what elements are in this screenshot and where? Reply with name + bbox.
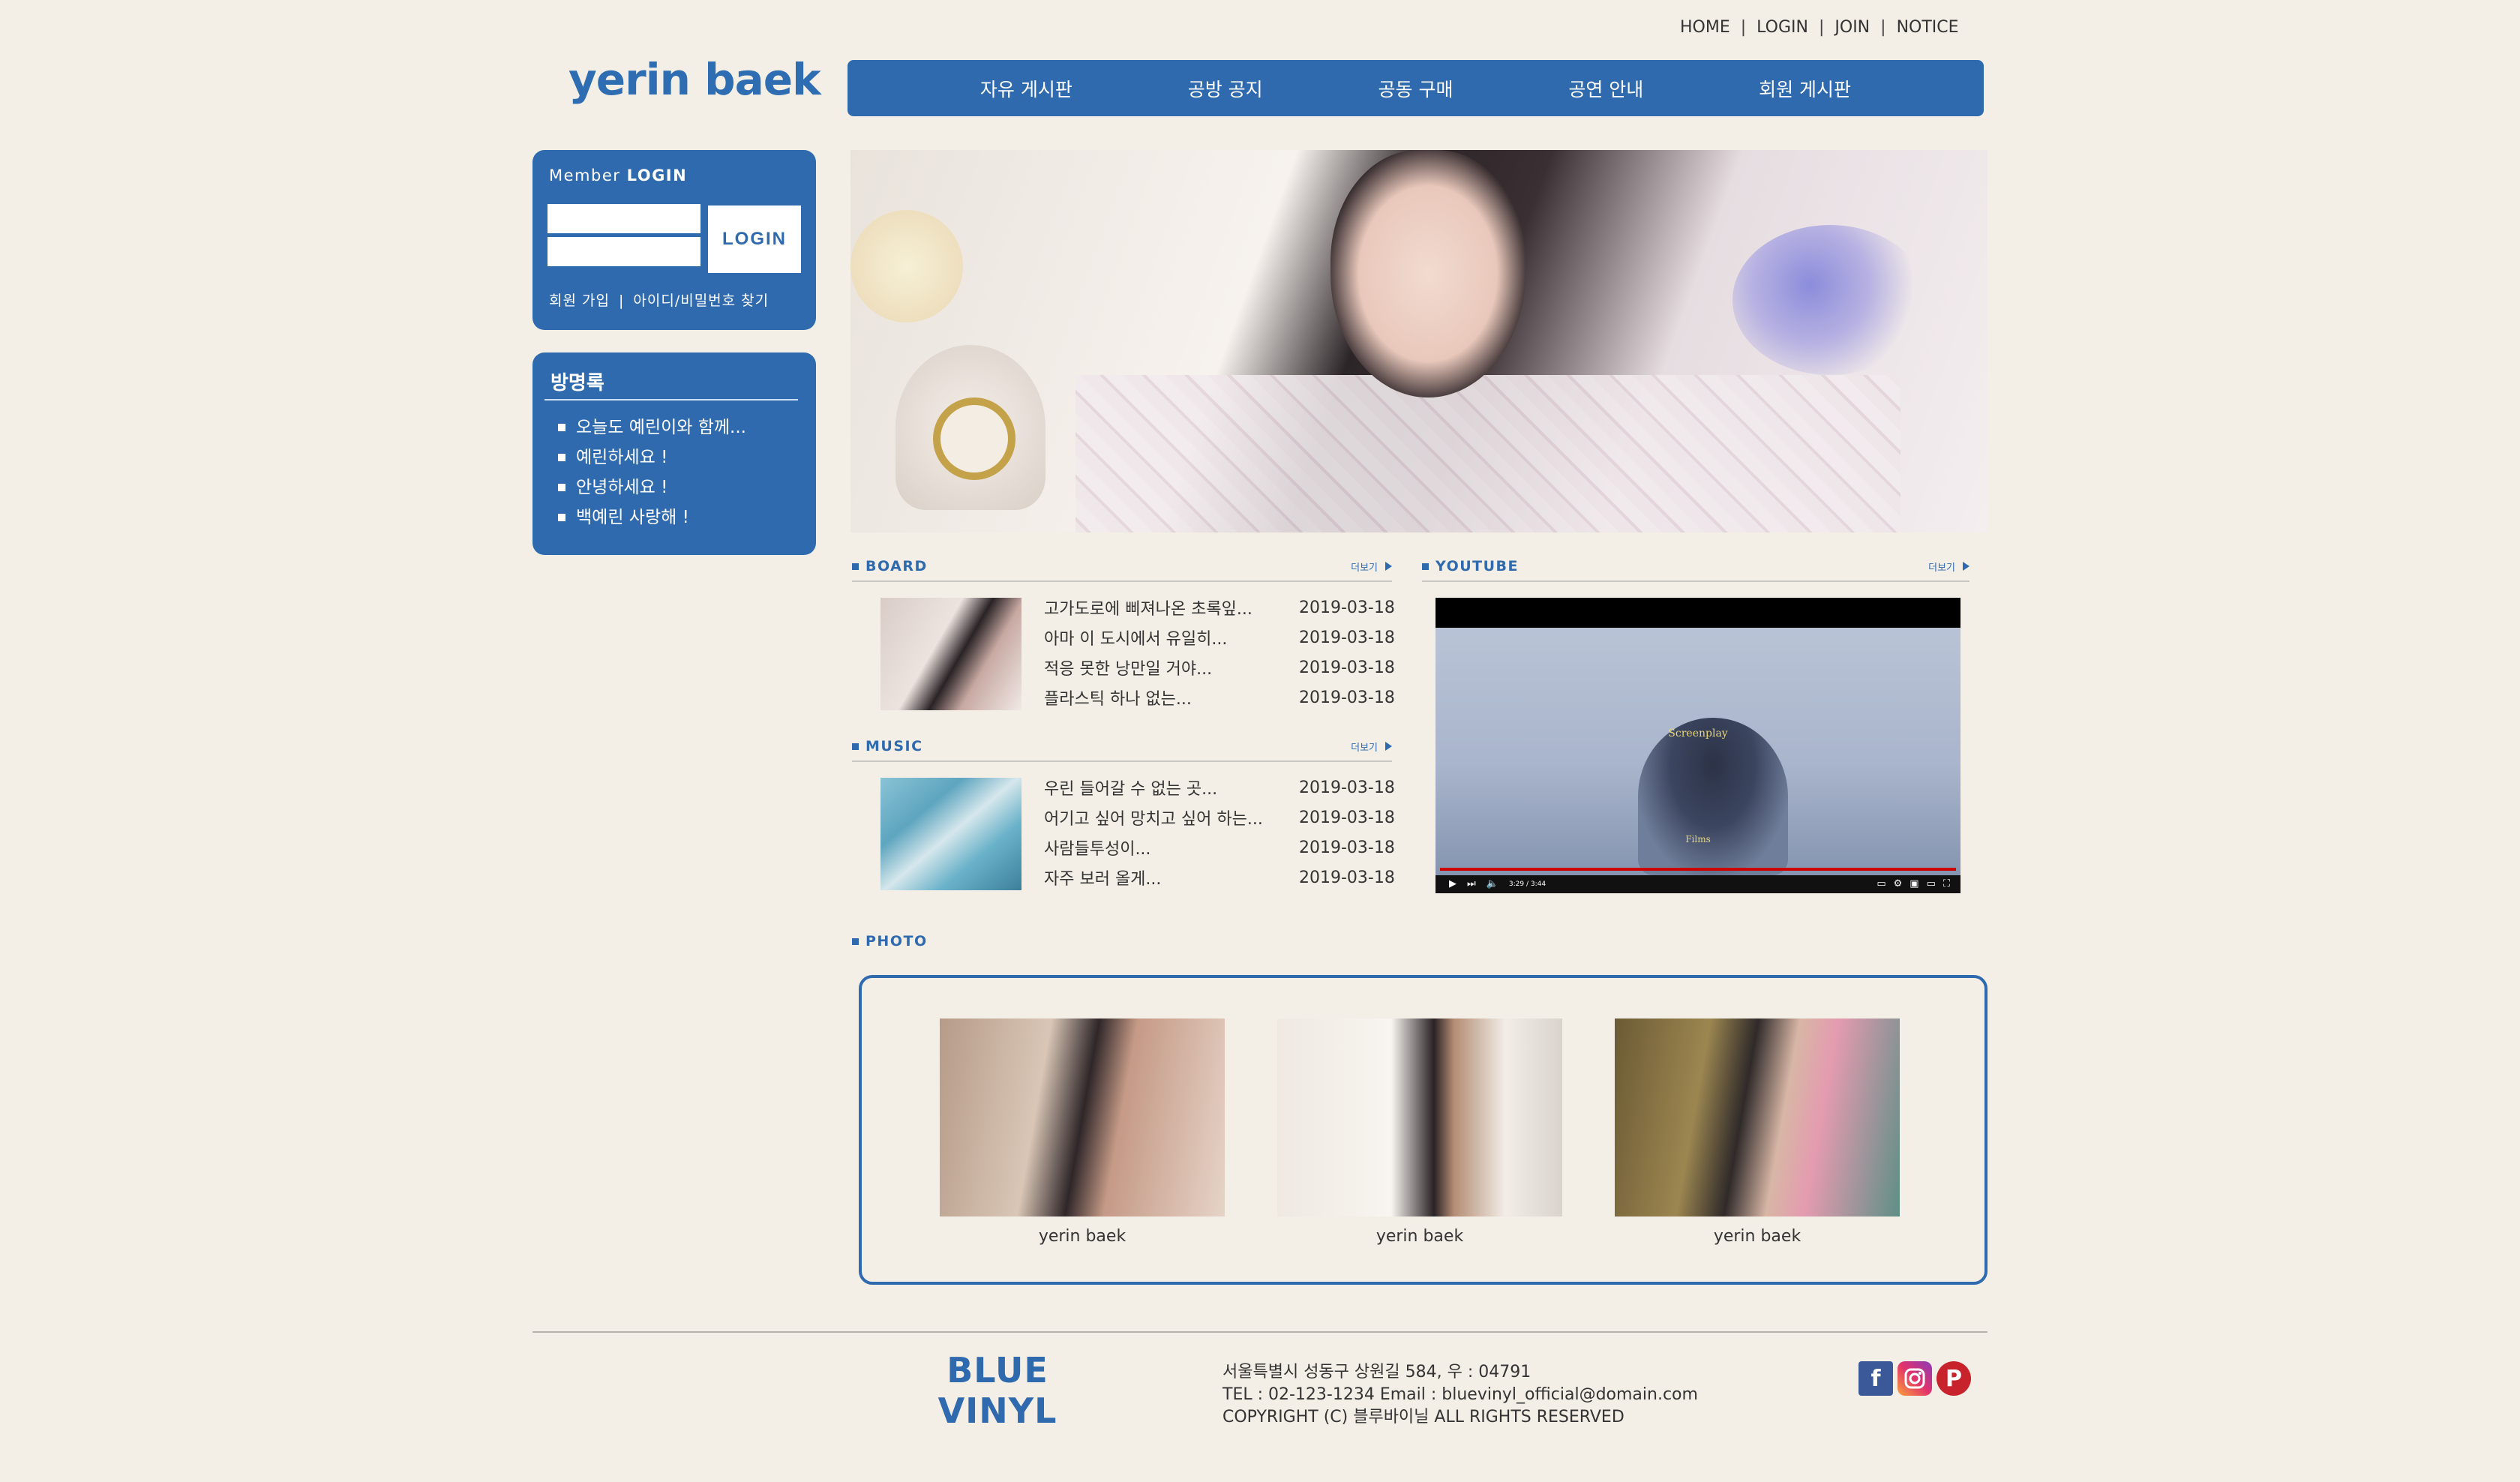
login-link[interactable]: LOGIN xyxy=(1756,18,1808,37)
top-links: HOME | LOGIN | JOIN | NOTICE xyxy=(1680,12,1959,42)
photo-title: PHOTO xyxy=(852,930,928,952)
photo-gallery: yerin baek yerin baek yerin baek xyxy=(859,975,1988,1285)
volume-icon[interactable]: 🔈 xyxy=(1486,878,1498,890)
nav-item-concert-info[interactable]: 공연 안내 xyxy=(1568,75,1643,102)
photo-caption: yerin baek xyxy=(1376,1227,1464,1246)
footer-divider xyxy=(532,1331,1988,1333)
play-icon[interactable]: ▶ xyxy=(1449,878,1456,890)
table-row[interactable]: 어기고 싶어 망치고 싶어 하는... 2019-03-18 xyxy=(1044,802,1396,832)
guestbook-panel: 방명록 오늘도 예린이와 함께... 예린하세요 ! 안녕하세요 ! 백예린 사… xyxy=(532,352,816,555)
photo-item[interactable]: yerin baek xyxy=(1615,1018,1900,1246)
facebook-icon[interactable]: f xyxy=(1858,1361,1893,1396)
footer-address: 서울특별시 성동구 상원길 584, 우 : 04791 xyxy=(1222,1363,1532,1382)
list-item[interactable]: 백예린 사랑해 ! xyxy=(558,502,746,532)
theater-icon[interactable]: ▭ xyxy=(1927,878,1936,890)
guestbook-title: 방명록 xyxy=(550,372,604,394)
divider xyxy=(1422,580,1970,582)
music-more-link[interactable]: 더보기 xyxy=(1351,740,1392,754)
hero-image xyxy=(850,150,1988,532)
separator: | xyxy=(1740,17,1747,37)
music-list: 우린 들어갈 수 없는 곳... 2019-03-18 어기고 싶어 망치고 싶어… xyxy=(1044,772,1396,892)
separator: | xyxy=(1818,17,1825,37)
table-row[interactable]: 아마 이 도시에서 유일히... 2019-03-18 xyxy=(1044,622,1396,652)
table-row[interactable]: 플라스틱 하나 없는... 2019-03-18 xyxy=(1044,682,1396,712)
login-panel: Member LOGIN LOGIN 회원 가입 | 아이디/비밀번호 찾기 xyxy=(532,150,816,330)
youtube-player[interactable]: Screenplay Films ▶ ⏭ 🔈 3:29 / 3:44 ▭ ⚙ ▣… xyxy=(1436,598,1960,893)
arrow-right-icon xyxy=(1385,562,1392,571)
nav-item-member-board[interactable]: 회원 게시판 xyxy=(1759,75,1851,102)
instagram-icon[interactable] xyxy=(1898,1361,1932,1396)
login-links: 회원 가입 | 아이디/비밀번호 찾기 xyxy=(549,292,770,309)
brand-logo: BLUE VINYL xyxy=(938,1350,1058,1431)
guestbook-list: 오늘도 예린이와 함께... 예린하세요 ! 안녕하세요 ! 백예린 사랑해 ! xyxy=(558,412,746,532)
list-item[interactable]: 안녕하세요 ! xyxy=(558,472,746,502)
nav-item-workshop-notice[interactable]: 공방 공지 xyxy=(1188,75,1263,102)
password-input[interactable] xyxy=(548,237,700,268)
login-button[interactable]: LOGIN xyxy=(708,206,801,273)
video-time: 3:29 / 3:44 xyxy=(1508,880,1546,888)
photo-image[interactable] xyxy=(940,1018,1225,1216)
youtube-more-link[interactable]: 더보기 xyxy=(1928,560,1970,574)
nav-item-free-board[interactable]: 자유 게시판 xyxy=(980,75,1072,102)
board-thumbnail[interactable] xyxy=(880,598,1022,710)
next-icon[interactable]: ⏭ xyxy=(1467,878,1476,890)
video-progress-bar[interactable] xyxy=(1440,868,1956,871)
divider xyxy=(852,580,1392,582)
fullscreen-icon[interactable]: ⛶ xyxy=(1943,878,1950,890)
home-link[interactable]: HOME xyxy=(1680,18,1730,37)
table-row[interactable]: 자주 보러 올게... 2019-03-18 xyxy=(1044,862,1396,892)
settings-icon[interactable]: ⚙ xyxy=(1894,878,1903,890)
photo-image[interactable] xyxy=(1277,1018,1562,1216)
join-link[interactable]: JOIN xyxy=(1834,18,1870,37)
youtube-section: YOUTUBE 더보기 xyxy=(1422,555,1970,582)
youtube-title: YOUTUBE xyxy=(1422,555,1519,578)
login-title: Member LOGIN xyxy=(549,166,688,184)
arrow-right-icon xyxy=(1385,742,1392,751)
list-item[interactable]: 예린하세요 ! xyxy=(558,442,746,472)
video-controls-right: ▭ ⚙ ▣ ▭ ⛶ xyxy=(1876,878,1950,890)
footer-info: 서울특별시 성동구 상원길 584, 우 : 04791 TEL : 02-12… xyxy=(1222,1361,1698,1429)
nav-item-group-buy[interactable]: 공동 구매 xyxy=(1378,75,1454,102)
username-input[interactable] xyxy=(548,204,700,236)
table-row[interactable]: 적응 못한 낭만일 거야... 2019-03-18 xyxy=(1044,652,1396,682)
arrow-right-icon xyxy=(1963,562,1970,571)
table-row[interactable]: 고가도로에 삐져나온 초록잎... 2019-03-18 xyxy=(1044,592,1396,622)
music-thumbnail[interactable] xyxy=(880,778,1022,890)
divider xyxy=(852,760,1392,762)
pinterest-icon[interactable]: P xyxy=(1936,1361,1971,1396)
footer-copyright: COPYRIGHT (C) 블루바이닐 ALL RIGHTS RESERVED xyxy=(1222,1408,1624,1426)
divider xyxy=(544,399,798,400)
board-more-link[interactable]: 더보기 xyxy=(1351,560,1392,574)
signup-link[interactable]: 회원 가입 xyxy=(549,292,610,309)
photo-item[interactable]: yerin baek xyxy=(1277,1018,1562,1246)
photo-image[interactable] xyxy=(1615,1018,1900,1216)
board-list: 고가도로에 삐져나온 초록잎... 2019-03-18 아마 이 도시에서 유일… xyxy=(1044,592,1396,712)
music-section: MUSIC 더보기 xyxy=(852,735,1392,762)
footer-contact: TEL : 02-123-1234 Email : bluevinyl_offi… xyxy=(1222,1385,1698,1404)
video-controls-left: ▶ ⏭ 🔈 3:29 / 3:44 xyxy=(1449,878,1546,890)
captions-icon[interactable]: ▭ xyxy=(1876,878,1886,890)
photo-caption: yerin baek xyxy=(1038,1227,1126,1246)
main-nav: 자유 게시판 공방 공지 공동 구매 공연 안내 회원 게시판 xyxy=(848,60,1984,116)
table-row[interactable]: 우린 들어갈 수 없는 곳... 2019-03-18 xyxy=(1044,772,1396,802)
board-section: BOARD 더보기 xyxy=(852,555,1392,582)
separator: | xyxy=(1880,17,1886,37)
board-title: BOARD xyxy=(852,555,928,578)
site-logo[interactable]: yerin baek xyxy=(568,54,821,105)
notice-link[interactable]: NOTICE xyxy=(1897,18,1959,37)
music-title: MUSIC xyxy=(852,735,923,758)
social-links: f P xyxy=(1858,1361,1971,1396)
miniplayer-icon[interactable]: ▣ xyxy=(1910,878,1918,890)
photo-item[interactable]: yerin baek xyxy=(940,1018,1225,1246)
list-item[interactable]: 오늘도 예린이와 함께... xyxy=(558,412,746,442)
find-account-link[interactable]: 아이디/비밀번호 찾기 xyxy=(633,292,769,309)
photo-caption: yerin baek xyxy=(1713,1227,1802,1246)
table-row[interactable]: 사람들투성이... 2019-03-18 xyxy=(1044,832,1396,862)
